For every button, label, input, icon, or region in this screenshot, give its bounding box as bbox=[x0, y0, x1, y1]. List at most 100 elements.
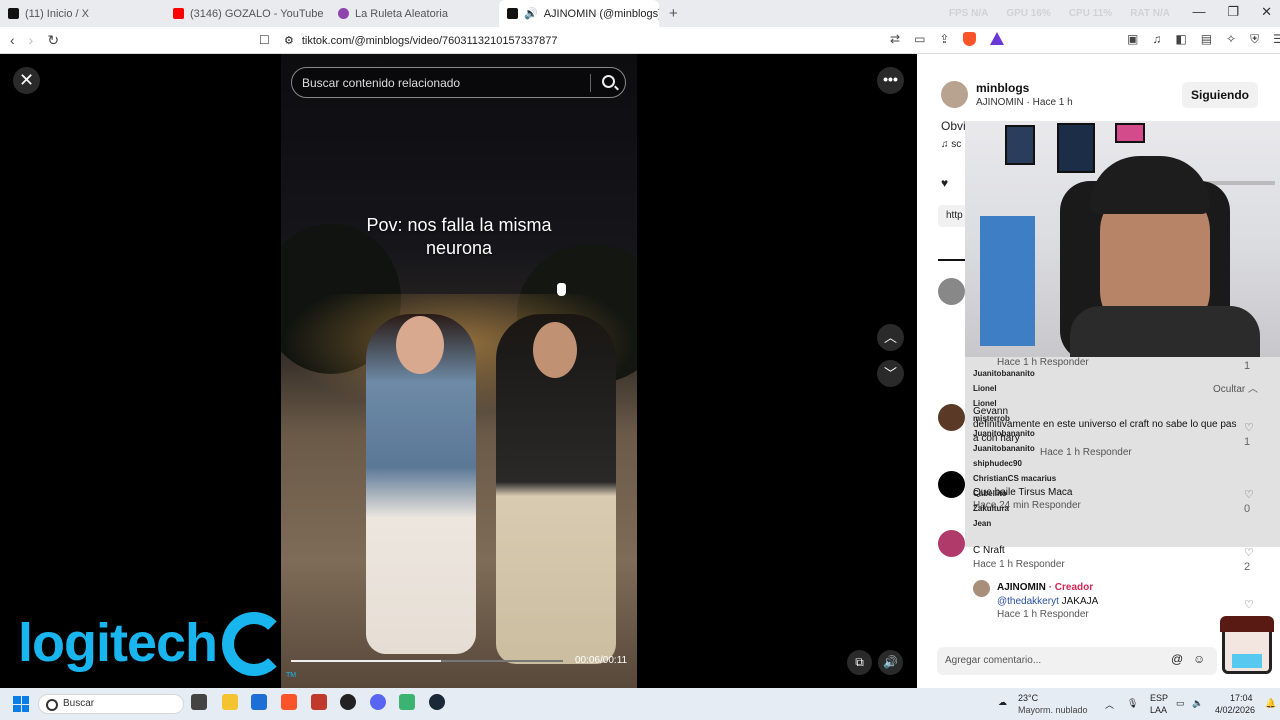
weather-temp: 23°C bbox=[1018, 693, 1039, 703]
picture-in-picture-button[interactable]: ⧉ bbox=[847, 650, 872, 675]
discord-icon[interactable] bbox=[370, 694, 386, 710]
brave-rewards-icon[interactable] bbox=[990, 32, 1005, 45]
previous-video-button[interactable]: ︿ bbox=[877, 324, 904, 351]
heart-outline-icon[interactable]: ♡ bbox=[1244, 488, 1254, 501]
translate-icon[interactable]: ⇄ bbox=[890, 32, 900, 46]
reply-mention[interactable]: @thedakkeryt bbox=[997, 596, 1059, 607]
search-icon[interactable] bbox=[602, 75, 615, 88]
app-icon[interactable] bbox=[311, 694, 327, 710]
related-search-input[interactable]: Buscar contenido relacionado bbox=[291, 67, 626, 98]
share-icon[interactable]: ⇪ bbox=[939, 32, 949, 46]
vpn-icon[interactable]: ⛨ bbox=[1250, 32, 1259, 47]
taskbar-search[interactable]: Buscar bbox=[38, 694, 184, 714]
notification-icon[interactable]: 🔔 bbox=[1265, 698, 1276, 709]
cpu-metric: CPU 11% bbox=[1068, 8, 1113, 19]
file-explorer-icon[interactable] bbox=[222, 694, 238, 710]
video-description: Obvi bbox=[941, 119, 966, 133]
minecraft-figure bbox=[980, 216, 1035, 346]
link-field[interactable]: http bbox=[938, 205, 968, 227]
logitech-g-logo bbox=[222, 612, 286, 676]
panel-icon[interactable]: ◧ bbox=[1175, 32, 1186, 47]
forward-icon[interactable]: › bbox=[29, 32, 34, 49]
hide-replies-button[interactable]: Ocultar ︿ bbox=[1213, 380, 1258, 395]
like-count: 1 bbox=[1244, 436, 1251, 448]
leo-icon[interactable]: ✧ bbox=[1226, 32, 1236, 47]
network-icon[interactable]: ▭ bbox=[1176, 698, 1185, 709]
next-video-button[interactable]: ﹀ bbox=[877, 360, 904, 387]
meta-text: Hace 1 h Responder bbox=[997, 357, 1089, 368]
following-button[interactable]: Siguiendo bbox=[1182, 82, 1258, 108]
streamer-shirt bbox=[1070, 306, 1260, 357]
creator-avatar[interactable] bbox=[973, 580, 990, 597]
clock-date[interactable]: 4/02/2026 bbox=[1215, 705, 1255, 715]
steam-icon[interactable] bbox=[429, 694, 445, 710]
heart-outline-icon[interactable]: ♡ bbox=[1244, 598, 1254, 611]
reload-icon[interactable]: ↻ bbox=[47, 32, 59, 49]
notepad-icon[interactable] bbox=[399, 694, 415, 710]
commenter-avatar[interactable] bbox=[938, 278, 965, 305]
tab-x-home[interactable]: (11) Inicio / X bbox=[0, 0, 165, 27]
obs-icon[interactable] bbox=[340, 694, 356, 710]
brave-shield-icon[interactable] bbox=[963, 32, 977, 46]
like-count: 1 bbox=[1244, 360, 1251, 372]
music-icon[interactable]: ♫ bbox=[1152, 32, 1161, 47]
language-line2[interactable]: LAA bbox=[1150, 705, 1167, 715]
bookmark-icon[interactable]: ☐ bbox=[259, 33, 270, 47]
volume-button[interactable]: 🔊 bbox=[878, 650, 903, 675]
tab-title: AJINOMIN (@minblogs) | Tik bbox=[543, 7, 659, 20]
windows-start-icon[interactable] bbox=[13, 696, 29, 712]
new-tab-button[interactable]: + bbox=[669, 5, 678, 22]
music-row[interactable]: ♫ sc bbox=[941, 139, 961, 150]
clock-time[interactable]: 17:04 bbox=[1230, 693, 1253, 703]
url-field[interactable]: ⚙ tiktok.com/@minblogs/video/76031132101… bbox=[284, 34, 557, 48]
heart-outline-icon[interactable]: ♡ bbox=[1244, 421, 1254, 434]
tab-youtube[interactable]: (3146) GOZALO - YouTube bbox=[165, 0, 330, 27]
window-controls: — ❐ ✕ bbox=[1192, 4, 1272, 20]
task-view-icon[interactable] bbox=[191, 694, 207, 710]
cast-icon[interactable]: ▭ bbox=[914, 32, 925, 46]
reply-username[interactable]: AJINOMIN · Creador bbox=[997, 582, 1093, 593]
menu-icon[interactable]: ☰ bbox=[1273, 32, 1280, 47]
wallet-icon[interactable]: ▤ bbox=[1201, 32, 1212, 47]
tab-title: (3146) GOZALO - YouTube bbox=[190, 7, 324, 20]
microphone-icon[interactable]: 🎙 bbox=[1127, 698, 1138, 709]
heart-outline-icon[interactable]: ♡ bbox=[1244, 546, 1254, 559]
music-note-icon: ♫ bbox=[941, 139, 952, 150]
commenter-avatar[interactable] bbox=[938, 471, 965, 498]
language-line1[interactable]: ESP bbox=[1150, 693, 1168, 703]
like-heart-icon[interactable]: ♥ bbox=[941, 176, 948, 190]
close-window-button[interactable]: ✕ bbox=[1261, 4, 1272, 20]
close-video-button[interactable]: ✕ bbox=[13, 67, 40, 94]
brave-icon[interactable] bbox=[281, 694, 297, 710]
site-settings-icon[interactable]: ⚙ bbox=[284, 34, 294, 47]
sidebar-icon[interactable]: ▣ bbox=[1127, 32, 1138, 47]
comment-meta: Hace 1 h Responder bbox=[973, 357, 1089, 368]
tiktok-logo-icon bbox=[507, 8, 518, 19]
minimize-button[interactable]: — bbox=[1192, 4, 1205, 20]
weather-icon[interactable]: ☁ bbox=[998, 697, 1007, 708]
tab-tiktok-active[interactable]: 🔊 AJINOMIN (@minblogs) | Tik ✕ bbox=[499, 0, 659, 27]
speaker-icon[interactable]: 🔊 bbox=[524, 7, 538, 20]
chat-message: shiphudec90 bbox=[973, 459, 1022, 468]
author-subtitle: AJINOMIN · Hace 1 h bbox=[976, 97, 1073, 108]
commenter-avatar[interactable] bbox=[938, 404, 965, 431]
more-options-button[interactable]: ••• bbox=[877, 67, 904, 94]
chevron-up-icon[interactable]: ︿ bbox=[1105, 698, 1114, 711]
maximize-button[interactable]: ❐ bbox=[1227, 4, 1239, 20]
tab-ruleta[interactable]: La Ruleta Aleatoria bbox=[330, 0, 495, 27]
mention-icon[interactable]: @ bbox=[1171, 652, 1183, 666]
comment-meta: Hace 1 h Responder bbox=[1040, 447, 1132, 458]
commenter-avatar[interactable] bbox=[938, 530, 965, 557]
volume-icon[interactable]: 🔈 bbox=[1192, 698, 1203, 709]
chat-message: Juanitobananito bbox=[973, 369, 1035, 378]
comment-username[interactable]: C Nraft bbox=[973, 545, 1005, 556]
store-icon[interactable] bbox=[251, 694, 267, 710]
video-player[interactable]: Pov: nos falla la misma neurona bbox=[281, 54, 637, 688]
author-username[interactable]: minblogs bbox=[976, 81, 1029, 95]
back-icon[interactable]: ‹ bbox=[10, 32, 15, 49]
comments-tab-indicator bbox=[938, 259, 968, 261]
emoji-icon[interactable]: ☺ bbox=[1193, 652, 1205, 666]
address-bar-row: ‹ › ↻ bbox=[0, 27, 1280, 54]
video-progress-bar[interactable] bbox=[291, 660, 563, 662]
author-avatar[interactable] bbox=[941, 81, 968, 108]
